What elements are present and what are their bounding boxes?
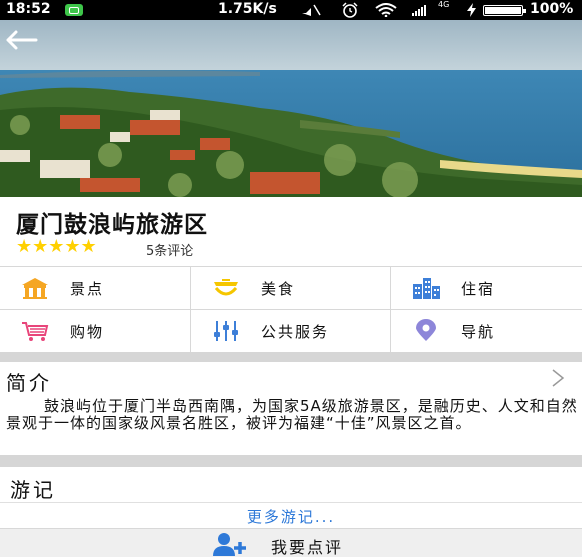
hero-image (0, 20, 582, 197)
more-travel-notes-link[interactable]: 更多游记... (0, 506, 582, 528)
section-divider (0, 352, 582, 362)
category-accommodation[interactable]: 住宿 (391, 267, 582, 310)
write-review-label: 我要点评 (271, 538, 344, 557)
status-bar: 18:52 1.75K/s 4G 100% (0, 0, 582, 20)
star-rating: ★★★★★ (16, 236, 97, 257)
status-time: 18:52 (6, 1, 51, 17)
category-scenic-spots[interactable]: 景点 (0, 267, 191, 310)
wifi-icon (375, 3, 397, 17)
travel-notes-heading: 游记 (10, 478, 56, 502)
battery-icon (483, 5, 526, 16)
intro-text: 鼓浪屿位于厦门半岛西南隅，为国家5A级旅游景区，是融历史、人文和自然景观于一体的… (6, 397, 578, 432)
food-icon (214, 279, 238, 296)
scenic-photo (0, 20, 582, 197)
rating-row: ★★★★★ 5条评论 (16, 236, 316, 259)
charging-icon (467, 3, 476, 17)
category-shopping[interactable]: 购物 (0, 310, 191, 353)
intro-heading: 简介 (6, 371, 52, 395)
battery-fill (485, 7, 521, 14)
section-divider (0, 455, 582, 467)
back-arrow-icon[interactable] (4, 26, 40, 54)
intro-header[interactable]: 简介 (0, 364, 582, 395)
category-label: 住宿 (461, 279, 496, 298)
review-count[interactable]: 5条评论 (146, 240, 193, 259)
category-public-service[interactable]: 公共服务 (191, 310, 391, 353)
notification-icon (65, 4, 83, 16)
category-label: 公共服务 (261, 322, 330, 341)
public-service-icon (214, 321, 238, 341)
travel-notes-header: 游记 (0, 469, 582, 503)
category-label: 景点 (70, 279, 105, 298)
add-review-icon (213, 533, 246, 556)
chevron-right-icon[interactable] (550, 368, 566, 388)
hotel-icon (413, 278, 440, 299)
network-speed: 1.75K/s (218, 1, 277, 17)
category-navigation[interactable]: 导航 (391, 310, 582, 353)
scenic-spot-icon (22, 278, 48, 299)
attraction-title: 厦门鼓浪屿旅游区 (16, 212, 208, 238)
alarm-icon (342, 2, 358, 18)
battery-percent: 100% (530, 1, 574, 17)
category-label: 美食 (261, 279, 296, 298)
category-label: 导航 (461, 322, 496, 341)
write-review-button[interactable]: 我要点评 (0, 528, 582, 557)
category-grid: 景点 美食 住宿 购物 公共服务 导航 (0, 266, 582, 353)
signal-icon (412, 5, 426, 16)
navigation-icon (416, 319, 436, 341)
category-food[interactable]: 美食 (191, 267, 391, 310)
mute-icon (302, 4, 321, 16)
shopping-cart-icon (22, 322, 49, 341)
category-label: 购物 (70, 322, 105, 341)
network-type: 4G (438, 0, 450, 9)
